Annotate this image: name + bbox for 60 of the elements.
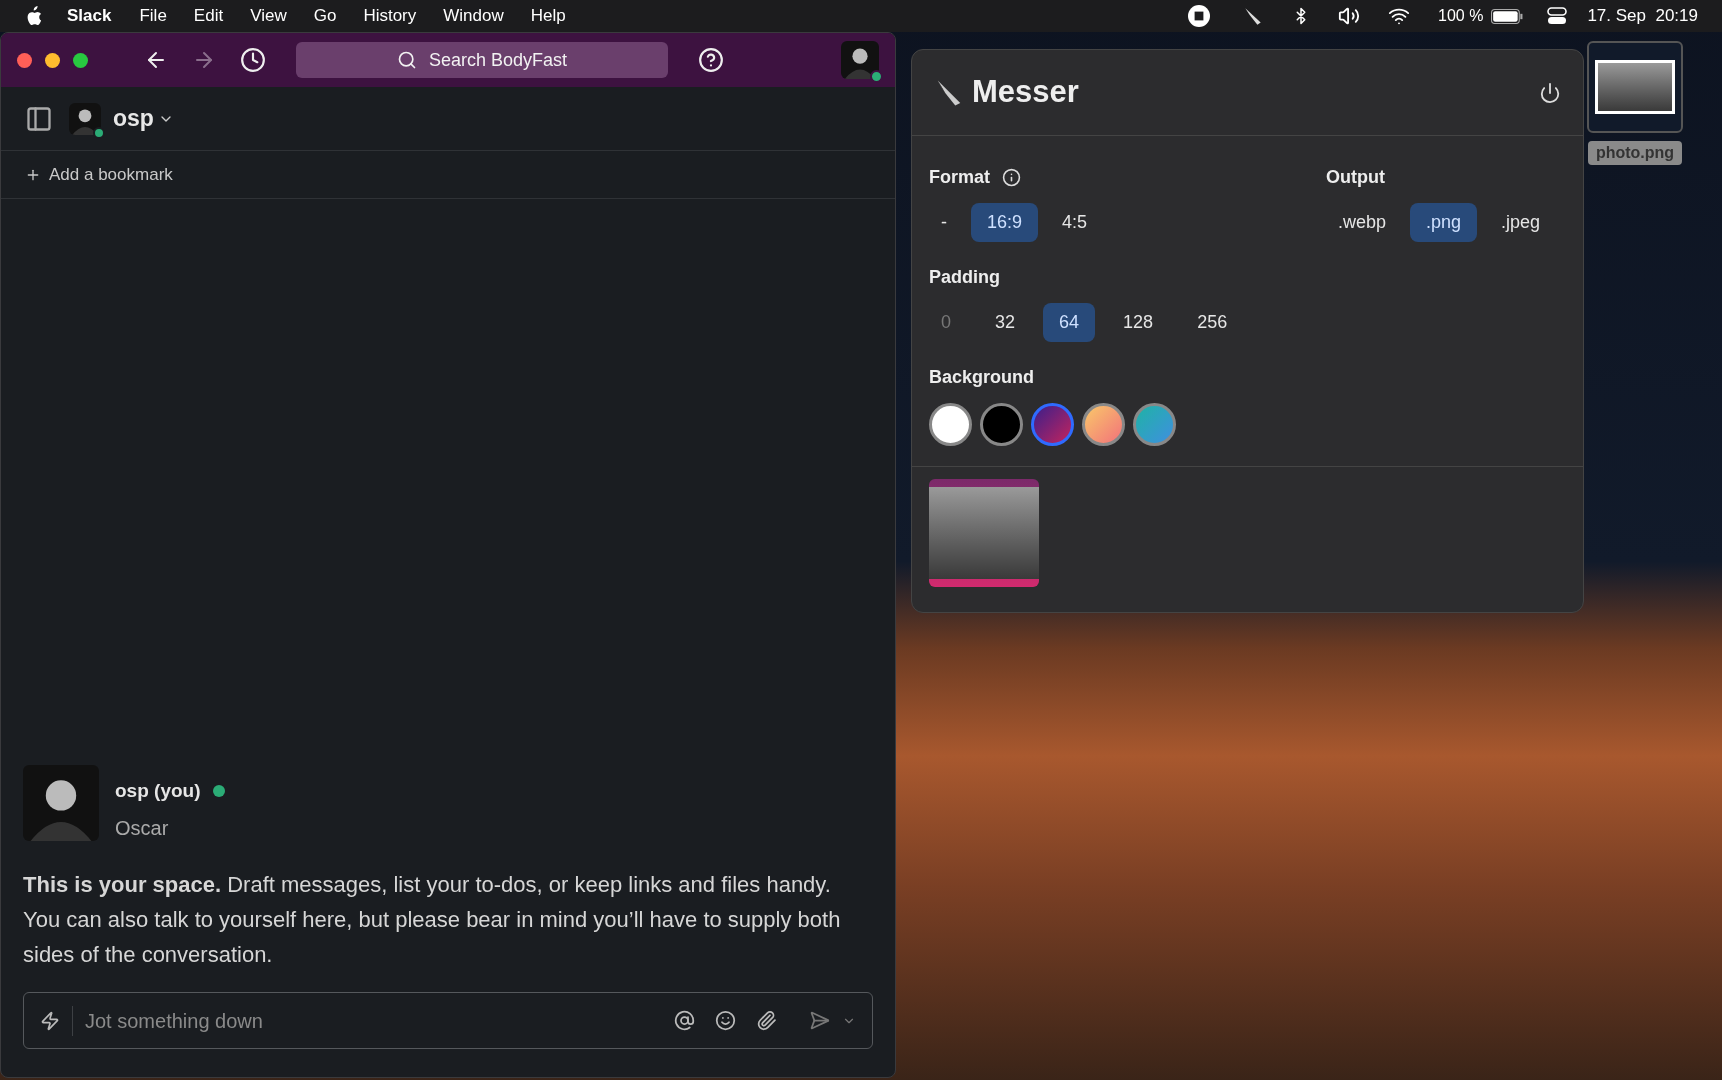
option-chip[interactable]: 4:5 (1046, 203, 1104, 242)
add-bookmark-button[interactable]: Add a bookmark (25, 161, 173, 188)
menu-app-name[interactable]: Slack (67, 3, 112, 29)
option-chip[interactable]: 64 (1043, 303, 1096, 342)
info-icon[interactable] (1002, 168, 1021, 187)
file-name[interactable]: photo.png (1587, 141, 1683, 165)
menu-item[interactable]: Help (530, 3, 566, 29)
composer-placeholder: Jot something down (85, 1008, 264, 1034)
menu-item[interactable]: Go (313, 3, 337, 29)
option-chip[interactable]: 128 (1107, 303, 1170, 342)
user-avatar (841, 41, 879, 79)
intro-paragraph: This is your space. Draft messages, list your to-dos, or keep links and files handy. You can also talk to yourself here, but please bear in mind you’ll have to supply both sides of the conversation. (23, 871, 842, 969)
section-label: Output (1326, 166, 1386, 189)
minimize-window-button[interactable] (45, 52, 60, 68)
panel-title: Messer (972, 73, 1079, 112)
battery-percentage: 100 % (1438, 6, 1484, 26)
profile-name[interactable]: osp (you) (115, 776, 201, 805)
menu-item[interactable]: File (139, 3, 167, 29)
control-center-icon[interactable] (1547, 6, 1568, 26)
section-label: Padding (929, 266, 1001, 289)
close-window-button[interactable] (17, 52, 32, 68)
lightning-icon[interactable] (40, 1010, 60, 1031)
menu-item[interactable]: View (250, 3, 287, 29)
help-icon[interactable] (698, 47, 724, 73)
workspace-name[interactable]: osp (113, 101, 154, 136)
section-label: Background (929, 366, 1035, 389)
sidebar-toggle-icon[interactable] (25, 104, 53, 133)
option-chip[interactable]: 32 (979, 303, 1032, 342)
paperclip-icon[interactable] (756, 1010, 777, 1031)
workspace-avatar (69, 102, 101, 135)
menu-item[interactable]: History (363, 3, 417, 29)
background-swatch[interactable] (1082, 403, 1125, 446)
background-swatch[interactable] (929, 403, 972, 446)
search-field[interactable]: Search BodyFast (296, 42, 668, 78)
menu-item[interactable]: Edit (193, 3, 224, 29)
file-thumbnail[interactable] (1587, 41, 1683, 133)
message-composer[interactable]: Jot something down (23, 992, 873, 1049)
menu-clock[interactable]: 17. Sep 20:19 (1587, 3, 1698, 29)
emoji-icon[interactable] (715, 1010, 736, 1031)
power-icon[interactable] (1539, 81, 1561, 104)
search-icon (396, 50, 417, 70)
volume-icon[interactable] (1338, 5, 1361, 27)
section-label: Format (929, 166, 990, 189)
profile-full-name: Oscar (115, 816, 170, 841)
send-icon[interactable] (809, 1010, 830, 1031)
history-icon[interactable] (240, 47, 266, 73)
background-swatch[interactable] (1031, 403, 1074, 446)
option-chip[interactable]: .png (1410, 203, 1478, 242)
mention-icon[interactable] (674, 1010, 695, 1031)
background-swatch[interactable] (980, 403, 1023, 446)
option-chip[interactable]: - (925, 203, 963, 242)
option-chip[interactable]: 16:9 (971, 203, 1039, 242)
maximize-window-button[interactable] (73, 52, 88, 68)
option-chip[interactable]: .webp (1322, 203, 1403, 242)
battery-icon[interactable] (1491, 8, 1524, 24)
option-chip[interactable]: 256 (1181, 303, 1244, 342)
menu-item[interactable]: Window (443, 3, 504, 29)
background-swatch[interactable] (1133, 403, 1176, 446)
option-chip[interactable]: .jpeg (1485, 203, 1557, 242)
record-stop-icon[interactable] (1188, 5, 1211, 27)
